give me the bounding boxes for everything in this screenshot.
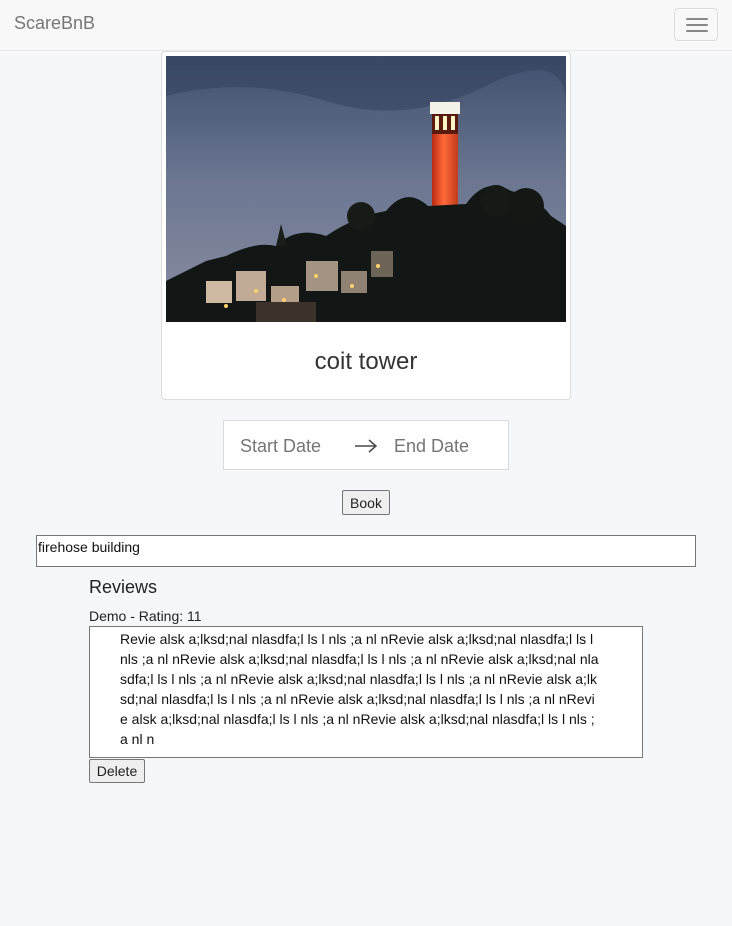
listing-card: coit tower	[161, 51, 571, 400]
brand-link[interactable]: ScareBnB	[14, 13, 95, 34]
navbar: ScareBnB	[0, 0, 732, 51]
description-field[interactable]: firehose building	[36, 535, 696, 567]
arrow-right-icon	[354, 439, 378, 458]
date-range-picker[interactable]	[223, 420, 509, 470]
start-date-input[interactable]	[240, 434, 350, 458]
book-button[interactable]: Book	[342, 490, 390, 515]
delete-review-button[interactable]: Delete	[89, 759, 145, 783]
review-author-rating: Demo - Rating: 11	[89, 608, 202, 624]
end-date-input[interactable]	[394, 434, 504, 458]
listing-photo	[166, 56, 566, 322]
menu-toggle-button[interactable]	[674, 8, 718, 41]
review-body[interactable]: Revie alsk a;lksd;nal nlasdfa;l ls l nls…	[89, 626, 643, 758]
reviews-heading: Reviews	[89, 577, 158, 597]
listing-title: coit tower	[314, 348, 418, 375]
